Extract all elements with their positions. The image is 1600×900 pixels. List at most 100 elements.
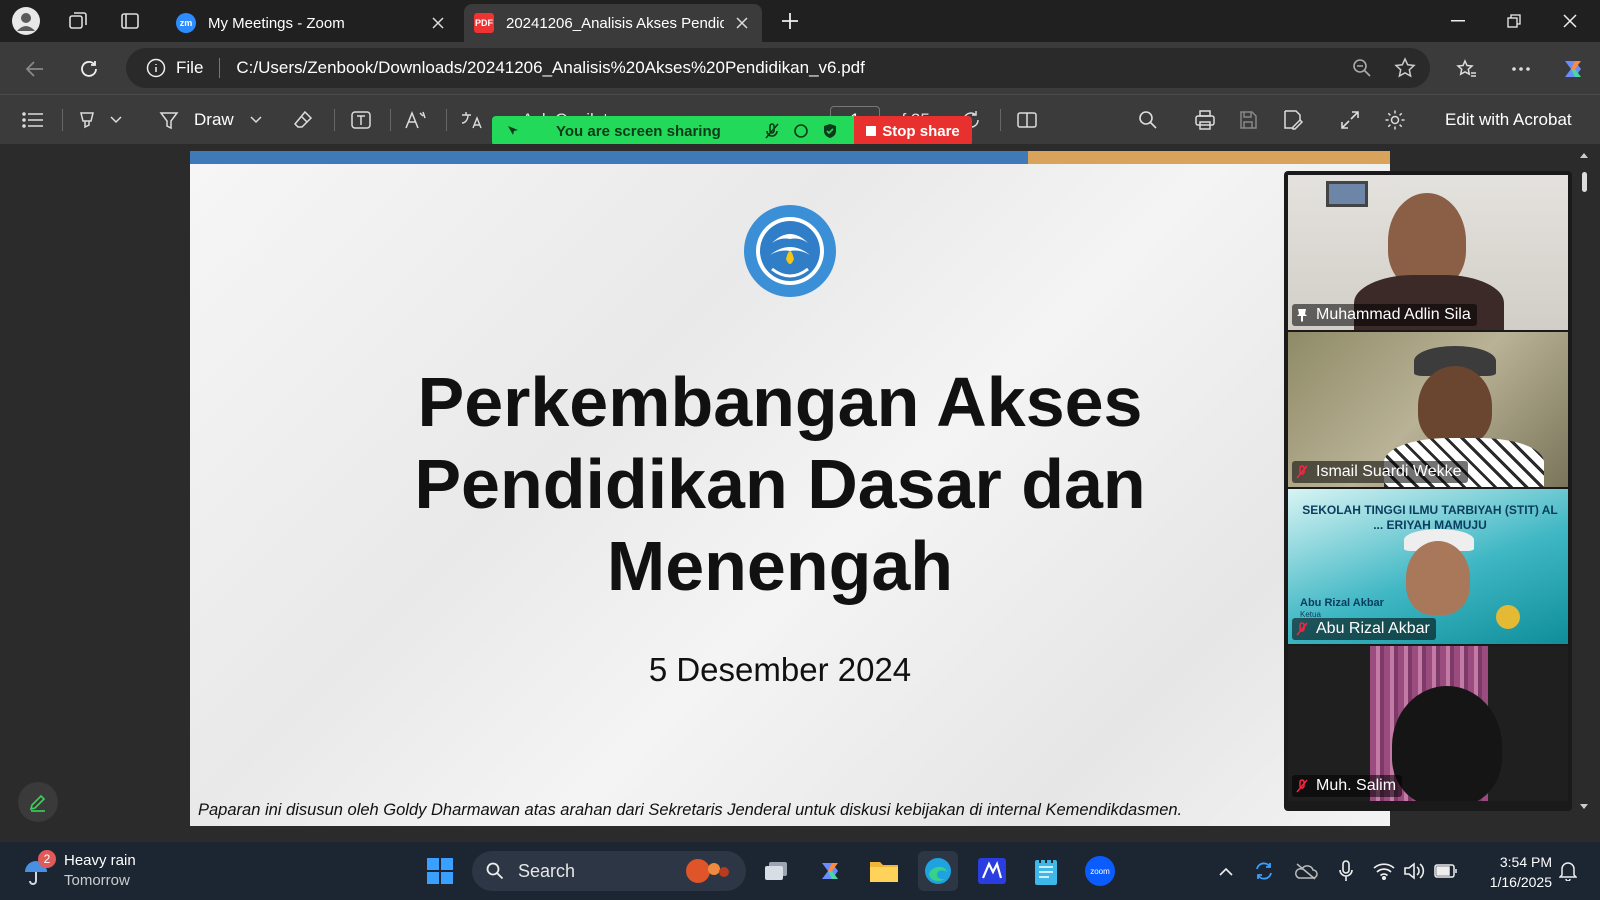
stop-square-icon	[866, 126, 877, 136]
participant-name: Muh. Salim	[1316, 777, 1397, 794]
vertical-scrollbar[interactable]	[1576, 144, 1592, 842]
participant-name-tag: Muh. Salim	[1292, 775, 1403, 797]
pin-icon	[1297, 309, 1307, 322]
windows-taskbar: 2 Heavy rain Tomorrow Search zoom 3:54 P…	[0, 842, 1600, 900]
chevron-up-icon[interactable]	[1206, 851, 1246, 891]
screen-share-banner: You are screen sharing Stop share	[492, 116, 972, 146]
save-icon[interactable]	[1238, 107, 1258, 133]
annotate-pen-icon[interactable]	[18, 782, 58, 822]
back-icon[interactable]	[18, 52, 52, 86]
table-of-contents-icon[interactable]	[22, 107, 44, 133]
minimize-icon[interactable]	[1430, 0, 1486, 42]
clock-time: 3:54 PM	[1499, 854, 1552, 870]
participant-tile[interactable]: Muhammad Adlin Sila	[1288, 175, 1568, 330]
search-icon[interactable]	[1138, 107, 1158, 133]
edge-browser-icon[interactable]	[918, 851, 958, 891]
address-separator	[219, 58, 221, 78]
drag-handle-icon[interactable]	[506, 124, 520, 138]
url-text[interactable]: C:/Users/Zenbook/Downloads/20241206_Anal…	[236, 58, 864, 78]
tab-actions-icon[interactable]	[114, 6, 146, 36]
search-placeholder: Search	[518, 860, 576, 881]
notepad-icon[interactable]	[1026, 851, 1066, 891]
file-explorer-icon[interactable]	[864, 851, 904, 891]
chevron-down-icon[interactable]	[250, 116, 262, 124]
zoom-app-icon[interactable]: zoom	[1080, 851, 1120, 891]
accent-bar-blue	[190, 151, 1028, 164]
highlight-icon[interactable]	[76, 107, 98, 133]
edit-with-acrobat-button[interactable]: Edit with Acrobat	[1445, 107, 1572, 133]
notification-bell-icon[interactable]	[1548, 851, 1588, 891]
text-box-icon[interactable]	[350, 107, 372, 133]
participant-tile[interactable]: Muh. Salim	[1288, 646, 1568, 801]
tab-title: My Meetings - Zoom	[208, 14, 345, 32]
slide-title: Perkembangan Akses Pendidikan Dasar dan …	[414, 363, 1146, 605]
participant-name: Abu Rizal Akbar	[1316, 620, 1430, 637]
refresh-icon[interactable]	[72, 52, 106, 86]
more-menu-icon[interactable]	[1504, 52, 1538, 86]
participant-tile[interactable]: SEKOLAH TINGGI ILMU TARBIYAH (STIT) AL .…	[1288, 489, 1568, 644]
toolbar-divider	[446, 109, 447, 131]
tut-wuri-handayani-logo	[742, 203, 838, 299]
search-icon	[486, 862, 504, 880]
toolbar-divider	[390, 109, 391, 131]
zoom-participant-gallery[interactable]: Muhammad Adlin Sila Ismail Suardi Wekke …	[1284, 171, 1572, 811]
sync-icon[interactable]	[1244, 851, 1284, 891]
taskbar-clock[interactable]: 3:54 PM 1/16/2025	[1472, 852, 1552, 892]
toolbar-divider	[334, 109, 335, 131]
save-as-icon[interactable]	[1282, 107, 1304, 133]
mic-muted-icon[interactable]	[765, 123, 779, 139]
stop-share-button[interactable]: Stop share	[854, 116, 972, 146]
close-tab-icon[interactable]	[428, 13, 448, 33]
battery-icon[interactable]	[1426, 851, 1466, 891]
svg-text:zoom: zoom	[1090, 867, 1110, 876]
favorite-star-icon[interactable]	[1394, 57, 1416, 79]
workspaces-icon[interactable]	[62, 6, 94, 36]
profile-icon[interactable]	[10, 6, 42, 36]
tab-zoom-meetings[interactable]: zm My Meetings - Zoom	[166, 4, 458, 42]
mic-muted-icon	[1296, 622, 1308, 636]
accent-bar-orange	[1028, 151, 1390, 164]
close-window-icon[interactable]	[1542, 0, 1598, 42]
security-shield-icon[interactable]	[823, 123, 837, 139]
participant-face	[1406, 541, 1470, 615]
microphone-icon[interactable]	[1326, 851, 1366, 891]
navigation-bar: File C:/Users/Zenbook/Downloads/20241206…	[0, 42, 1600, 94]
settings-gear-icon[interactable]	[1384, 107, 1406, 133]
weather-title: Heavy rain	[64, 852, 136, 869]
sharing-status[interactable]: You are screen sharing	[492, 116, 854, 146]
weather-widget[interactable]: 2 Heavy rain Tomorrow	[22, 850, 162, 894]
scheme-label: File	[176, 58, 204, 77]
zoom-favicon-icon: zm	[176, 13, 196, 33]
new-tab-icon[interactable]	[774, 6, 806, 36]
draw-button[interactable]: Draw	[158, 107, 262, 133]
chevron-down-icon[interactable]	[110, 107, 122, 133]
participant-tile[interactable]: Ismail Suardi Wekke	[1288, 332, 1568, 487]
favorites-icon[interactable]	[1450, 52, 1484, 86]
participant-name: Ismail Suardi Wekke	[1316, 463, 1462, 480]
participant-face	[1418, 366, 1492, 446]
tab-title: 20241206_Analisis Akses Pendidik	[506, 14, 724, 32]
address-bar[interactable]: File C:/Users/Zenbook/Downloads/20241206…	[126, 48, 1430, 88]
sharing-status-text: You are screen sharing	[556, 122, 721, 140]
app-m-icon[interactable]	[972, 851, 1012, 891]
taskbar-search-box[interactable]: Search	[472, 851, 746, 891]
info-icon[interactable]	[146, 58, 166, 78]
badge-emblem-icon	[1496, 605, 1520, 629]
close-tab-icon[interactable]	[732, 13, 752, 33]
tab-pdf-document[interactable]: PDF 20241206_Analisis Akses Pendidik	[464, 4, 762, 42]
fullscreen-icon[interactable]	[1340, 107, 1360, 133]
restore-icon[interactable]	[1486, 0, 1542, 42]
overlay-name: Abu Rizal Akbar	[1300, 597, 1384, 609]
status-circle-icon[interactable]	[793, 123, 809, 139]
task-view-icon[interactable]	[756, 851, 796, 891]
start-windows-icon[interactable]	[420, 851, 460, 891]
zoom-out-icon[interactable]	[1352, 58, 1372, 78]
onedrive-icon[interactable]	[1286, 851, 1326, 891]
copilot-icon[interactable]	[1556, 52, 1590, 86]
translate-icon[interactable]	[460, 107, 484, 133]
read-aloud-icon[interactable]	[404, 107, 428, 133]
page-view-icon[interactable]	[1016, 107, 1038, 133]
copilot-app-icon[interactable]	[810, 851, 850, 891]
print-icon[interactable]	[1194, 107, 1216, 133]
eraser-icon[interactable]	[292, 107, 314, 133]
